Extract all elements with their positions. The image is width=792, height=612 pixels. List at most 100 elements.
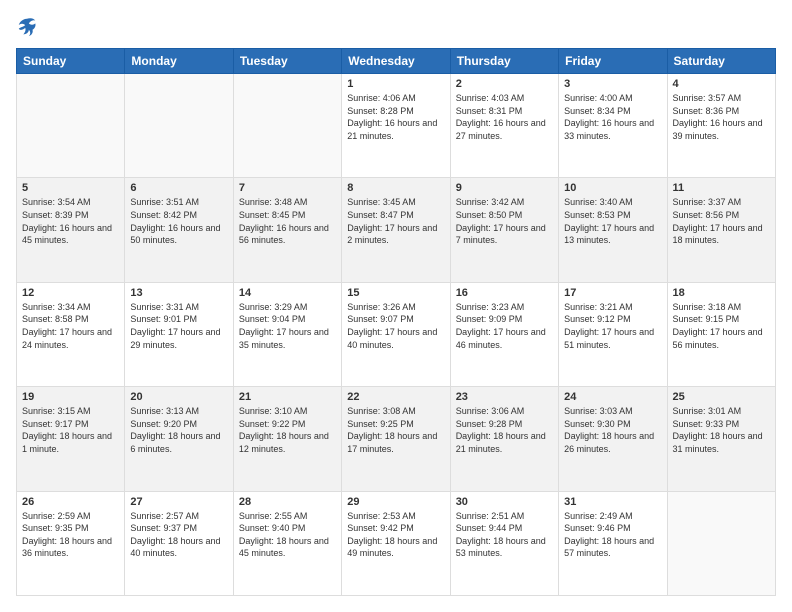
day-number: 5 (22, 182, 119, 194)
table-row: 21 Sunrise: 3:10 AM Sunset: 9:22 PM Dayli… (233, 387, 341, 491)
calendar-week-row: 26Sunrise: 2:59 AM Sunset: 9:35 PM Dayli… (17, 491, 776, 595)
table-row: 14 Sunrise: 3:29 AM Sunset: 9:04 PM Dayli… (233, 282, 341, 386)
day-number: 17 (564, 287, 661, 299)
day-number: 13 (130, 287, 227, 299)
day-info: Sunrise: 3:40 AM Sunset: 8:53 PM Dayligh… (564, 196, 661, 246)
day-number: 25 (673, 391, 770, 403)
day-info: Sunrise: 2:51 AM Sunset: 9:44 PM Dayligh… (456, 510, 553, 560)
table-row: 26Sunrise: 2:59 AM Sunset: 9:35 PM Dayli… (17, 491, 125, 595)
day-number: 27 (130, 496, 227, 508)
day-number: 21 (239, 391, 336, 403)
day-number: 6 (130, 182, 227, 194)
day-info: Sunrise: 3:13 AM Sunset: 9:20 PM Dayligh… (130, 405, 227, 455)
table-row: 19 Sunrise: 3:15 AM Sunset: 9:17 PM Dayli… (17, 387, 125, 491)
col-tuesday: Tuesday (233, 49, 341, 74)
day-number: 15 (347, 287, 444, 299)
day-number: 8 (347, 182, 444, 194)
day-info: Sunrise: 2:59 AM Sunset: 9:35 PM Dayligh… (22, 510, 119, 560)
col-saturday: Saturday (667, 49, 775, 74)
table-row (667, 491, 775, 595)
day-info: Sunrise: 3:08 AM Sunset: 9:25 PM Dayligh… (347, 405, 444, 455)
calendar-week-row: 1Sunrise: 4:06 AM Sunset: 8:28 PM Daylig… (17, 74, 776, 178)
table-row: 31 Sunrise: 2:49 AM Sunset: 9:46 PM Dayli… (559, 491, 667, 595)
day-info: Sunrise: 3:54 AM Sunset: 8:39 PM Dayligh… (22, 196, 119, 246)
calendar-header-row: Sunday Monday Tuesday Wednesday Thursday… (17, 49, 776, 74)
day-info: Sunrise: 3:18 AM Sunset: 9:15 PM Dayligh… (673, 301, 770, 351)
day-info: Sunrise: 3:51 AM Sunset: 8:42 PM Dayligh… (130, 196, 227, 246)
col-friday: Friday (559, 49, 667, 74)
table-row: 12 Sunrise: 3:34 AM Sunset: 8:58 PM Dayli… (17, 282, 125, 386)
day-info: Sunrise: 3:29 AM Sunset: 9:04 PM Dayligh… (239, 301, 336, 351)
table-row: 24 Sunrise: 3:03 AM Sunset: 9:30 PM Dayli… (559, 387, 667, 491)
table-row (125, 74, 233, 178)
day-number: 19 (22, 391, 119, 403)
col-sunday: Sunday (17, 49, 125, 74)
col-wednesday: Wednesday (342, 49, 450, 74)
table-row (17, 74, 125, 178)
table-row: 11 Sunrise: 3:37 AM Sunset: 8:56 PM Dayli… (667, 178, 775, 282)
day-info: Sunrise: 4:00 AM Sunset: 8:34 PM Dayligh… (564, 92, 661, 142)
day-number: 3 (564, 78, 661, 90)
day-info: Sunrise: 2:53 AM Sunset: 9:42 PM Dayligh… (347, 510, 444, 560)
day-info: Sunrise: 3:37 AM Sunset: 8:56 PM Dayligh… (673, 196, 770, 246)
day-info: Sunrise: 3:42 AM Sunset: 8:50 PM Dayligh… (456, 196, 553, 246)
table-row: 30 Sunrise: 2:51 AM Sunset: 9:44 PM Dayli… (450, 491, 558, 595)
table-row: 8 Sunrise: 3:45 AM Sunset: 8:47 PM Daylig… (342, 178, 450, 282)
day-info: Sunrise: 3:31 AM Sunset: 9:01 PM Dayligh… (130, 301, 227, 351)
day-info: Sunrise: 3:57 AM Sunset: 8:36 PM Dayligh… (673, 92, 770, 142)
table-row: 22 Sunrise: 3:08 AM Sunset: 9:25 PM Dayli… (342, 387, 450, 491)
table-row: 25 Sunrise: 3:01 AM Sunset: 9:33 PM Dayli… (667, 387, 775, 491)
day-info: Sunrise: 3:45 AM Sunset: 8:47 PM Dayligh… (347, 196, 444, 246)
table-row: 27 Sunrise: 2:57 AM Sunset: 9:37 PM Dayli… (125, 491, 233, 595)
table-row: 20 Sunrise: 3:13 AM Sunset: 9:20 PM Dayli… (125, 387, 233, 491)
logo (16, 16, 42, 38)
day-number: 9 (456, 182, 553, 194)
day-info: Sunrise: 2:55 AM Sunset: 9:40 PM Dayligh… (239, 510, 336, 560)
table-row: 3 Sunrise: 4:00 AM Sunset: 8:34 PM Daylig… (559, 74, 667, 178)
day-number: 1 (347, 78, 444, 90)
calendar-week-row: 12 Sunrise: 3:34 AM Sunset: 8:58 PM Dayli… (17, 282, 776, 386)
day-number: 14 (239, 287, 336, 299)
table-row: 17 Sunrise: 3:21 AM Sunset: 9:12 PM Dayli… (559, 282, 667, 386)
day-number: 11 (673, 182, 770, 194)
day-info: Sunrise: 3:15 AM Sunset: 9:17 PM Dayligh… (22, 405, 119, 455)
table-row: 1Sunrise: 4:06 AM Sunset: 8:28 PM Daylig… (342, 74, 450, 178)
table-row: 5 Sunrise: 3:54 AM Sunset: 8:39 PM Daylig… (17, 178, 125, 282)
table-row: 18Sunrise: 3:18 AM Sunset: 9:15 PM Dayli… (667, 282, 775, 386)
table-row: 6 Sunrise: 3:51 AM Sunset: 8:42 PM Daylig… (125, 178, 233, 282)
day-info: Sunrise: 3:26 AM Sunset: 9:07 PM Dayligh… (347, 301, 444, 351)
day-number: 7 (239, 182, 336, 194)
day-number: 4 (673, 78, 770, 90)
table-row: 9 Sunrise: 3:42 AM Sunset: 8:50 PM Daylig… (450, 178, 558, 282)
day-number: 2 (456, 78, 553, 90)
day-info: Sunrise: 3:21 AM Sunset: 9:12 PM Dayligh… (564, 301, 661, 351)
col-monday: Monday (125, 49, 233, 74)
day-info: Sunrise: 3:10 AM Sunset: 9:22 PM Dayligh… (239, 405, 336, 455)
day-number: 30 (456, 496, 553, 508)
header (16, 16, 776, 38)
day-info: Sunrise: 3:03 AM Sunset: 9:30 PM Dayligh… (564, 405, 661, 455)
day-info: Sunrise: 3:01 AM Sunset: 9:33 PM Dayligh… (673, 405, 770, 455)
table-row: 29Sunrise: 2:53 AM Sunset: 9:42 PM Dayli… (342, 491, 450, 595)
day-number: 28 (239, 496, 336, 508)
day-number: 22 (347, 391, 444, 403)
table-row: 4 Sunrise: 3:57 AM Sunset: 8:36 PM Daylig… (667, 74, 775, 178)
day-number: 10 (564, 182, 661, 194)
page: Sunday Monday Tuesday Wednesday Thursday… (0, 0, 792, 612)
calendar-week-row: 5 Sunrise: 3:54 AM Sunset: 8:39 PM Daylig… (17, 178, 776, 282)
day-number: 31 (564, 496, 661, 508)
calendar-table: Sunday Monday Tuesday Wednesday Thursday… (16, 48, 776, 596)
table-row: 13 Sunrise: 3:31 AM Sunset: 9:01 PM Dayli… (125, 282, 233, 386)
col-thursday: Thursday (450, 49, 558, 74)
day-info: Sunrise: 2:49 AM Sunset: 9:46 PM Dayligh… (564, 510, 661, 560)
logo-bird-icon (16, 16, 38, 38)
day-number: 12 (22, 287, 119, 299)
day-info: Sunrise: 3:34 AM Sunset: 8:58 PM Dayligh… (22, 301, 119, 351)
table-row: 28 Sunrise: 2:55 AM Sunset: 9:40 PM Dayli… (233, 491, 341, 595)
day-number: 20 (130, 391, 227, 403)
table-row: 16Sunrise: 3:23 AM Sunset: 9:09 PM Dayli… (450, 282, 558, 386)
day-number: 24 (564, 391, 661, 403)
day-info: Sunrise: 3:23 AM Sunset: 9:09 PM Dayligh… (456, 301, 553, 351)
day-info: Sunrise: 2:57 AM Sunset: 9:37 PM Dayligh… (130, 510, 227, 560)
table-row (233, 74, 341, 178)
